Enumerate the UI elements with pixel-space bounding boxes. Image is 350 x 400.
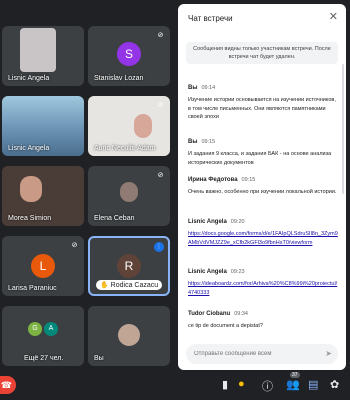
mic-off-icon: ⊘ — [157, 102, 164, 109]
participant-tile[interactable]: ⊘ Auric Neculiti-Adam — [88, 96, 170, 156]
message-author: Вы — [188, 85, 198, 91]
participant-tile-active[interactable]: R ⋮ ✋ Rodica Cazacu — [88, 236, 170, 296]
chat-message: Вы 09:14 Изучение истории основывается на… — [188, 76, 338, 122]
message-author: Ирина Федотова — [188, 177, 238, 183]
participant-face — [134, 114, 152, 138]
chat-message: Tudor Ciobanu 09:34 ce tip de document a … — [188, 302, 338, 331]
message-text: И задания 9 класса, и задания БАК - на о… — [188, 151, 332, 166]
chat-message: Lisnic Angela 09:20 https://docs.google.c… — [188, 210, 338, 247]
participant-name-label: Rodica Cazacu — [110, 282, 159, 289]
self-photo — [118, 324, 140, 346]
message-time: 09:15 — [201, 139, 216, 145]
hang-up-button[interactable]: ☎ — [0, 376, 16, 394]
info-icon[interactable]: ⓘ — [262, 378, 273, 394]
participant-tile[interactable]: L ⊘ Larisa Paraniuc — [2, 236, 84, 296]
participant-name: Elena Ceban — [94, 215, 135, 222]
participant-face — [120, 182, 138, 202]
chat-input[interactable] — [186, 344, 338, 364]
participant-name: Auric Neculiti-Adam — [94, 145, 156, 152]
pin-icon: ✋ — [100, 282, 111, 289]
message-author: Lisnic Angela — [188, 269, 227, 275]
participant-photo — [20, 28, 56, 72]
message-author: Lisnic Angela — [188, 219, 227, 225]
mic-off-icon: ⊘ — [71, 242, 78, 249]
bottom-toolbar: ☎ ▮ ● ⓘ 👥 37 ▤ ✿ — [0, 372, 350, 400]
message-author: Вы — [188, 139, 198, 145]
message-text: Очень важно, особенно при изучении локал… — [188, 189, 337, 195]
more-participants-tile[interactable]: G A Ещё 27 чел. — [2, 306, 84, 366]
message-time: 09:23 — [230, 269, 245, 275]
send-icon[interactable]: ➤ — [325, 349, 332, 358]
chat-icon[interactable]: ▤ — [308, 378, 318, 391]
participant-tile[interactable]: ⊘ Elena Ceban — [88, 166, 170, 226]
message-text: Изучение истории основывается на изучени… — [188, 97, 336, 120]
self-tile[interactable]: Вы — [88, 306, 170, 366]
mic-off-icon: ⊘ — [157, 172, 164, 179]
participant-tile[interactable]: Morea Simion — [2, 166, 84, 226]
chat-notice: Сообщения видны только участникам встреч… — [186, 42, 338, 64]
chat-message: Вы 09:15 И задания 9 класса, и задания БА… — [188, 130, 338, 167]
message-time: 09:15 — [241, 177, 256, 183]
message-link[interactable]: https://docs.google.com/forms/d/e/1FAIpQ… — [188, 230, 338, 247]
chat-message: Lisnic Angela 09:23 https://ideaboardz.co… — [188, 260, 338, 297]
participant-name: Larisa Paraniuc — [8, 285, 57, 292]
chat-panel: Чат встречи ✕ Сообщения видны только уча… — [178, 4, 346, 370]
chat-message: Ирина Федотова 09:15 Очень важно, особенн… — [188, 168, 338, 197]
participant-avatar: S — [117, 42, 141, 66]
message-time: 09:20 — [230, 219, 245, 225]
message-link[interactable]: https://ideaboardz.com/for/Arhiva%20%C8%… — [188, 280, 338, 297]
activities-icon[interactable]: ● — [238, 378, 245, 390]
participant-tile[interactable]: Lisnic Angela — [2, 96, 84, 156]
message-time: 09:14 — [201, 85, 216, 91]
message-text: ce tip de document a depistat? — [188, 323, 263, 329]
speaking-indicator-icon: ⋮ — [154, 242, 164, 252]
present-icon[interactable]: ▮ — [222, 378, 228, 391]
participant-face — [20, 176, 42, 202]
mic-off-icon: ⊘ — [157, 32, 164, 39]
participant-avatar: L — [31, 254, 55, 278]
message-time: 09:34 — [234, 311, 248, 317]
participant-name: Lisnic Angela — [8, 75, 50, 82]
participant-avatar: A — [44, 322, 58, 336]
participant-name: ✋ Rodica Cazacu — [96, 280, 163, 290]
message-author: Tudor Ciobanu — [188, 311, 231, 317]
scrollbar[interactable] — [342, 64, 344, 194]
participant-name: Вы — [94, 355, 104, 362]
participant-name: Morea Simion — [8, 215, 52, 222]
chat-title: Чат встречи — [188, 14, 233, 23]
participant-tile[interactable]: S ⊘ Stanislav Lozan — [88, 26, 170, 86]
participant-avatar: G — [28, 322, 42, 336]
people-icon[interactable]: 👥 — [286, 378, 300, 391]
participant-avatar: R — [117, 254, 141, 278]
more-participants-label: Ещё 27 чел. — [24, 355, 64, 362]
participant-tile[interactable]: Lisnic Angela — [2, 26, 84, 86]
close-icon[interactable]: ✕ — [329, 10, 338, 23]
participant-name: Lisnic Angela — [8, 145, 50, 152]
apps-icon[interactable]: ✿ — [330, 378, 339, 391]
people-count-badge: 37 — [290, 372, 300, 378]
participant-name: Stanislav Lozan — [94, 75, 144, 82]
